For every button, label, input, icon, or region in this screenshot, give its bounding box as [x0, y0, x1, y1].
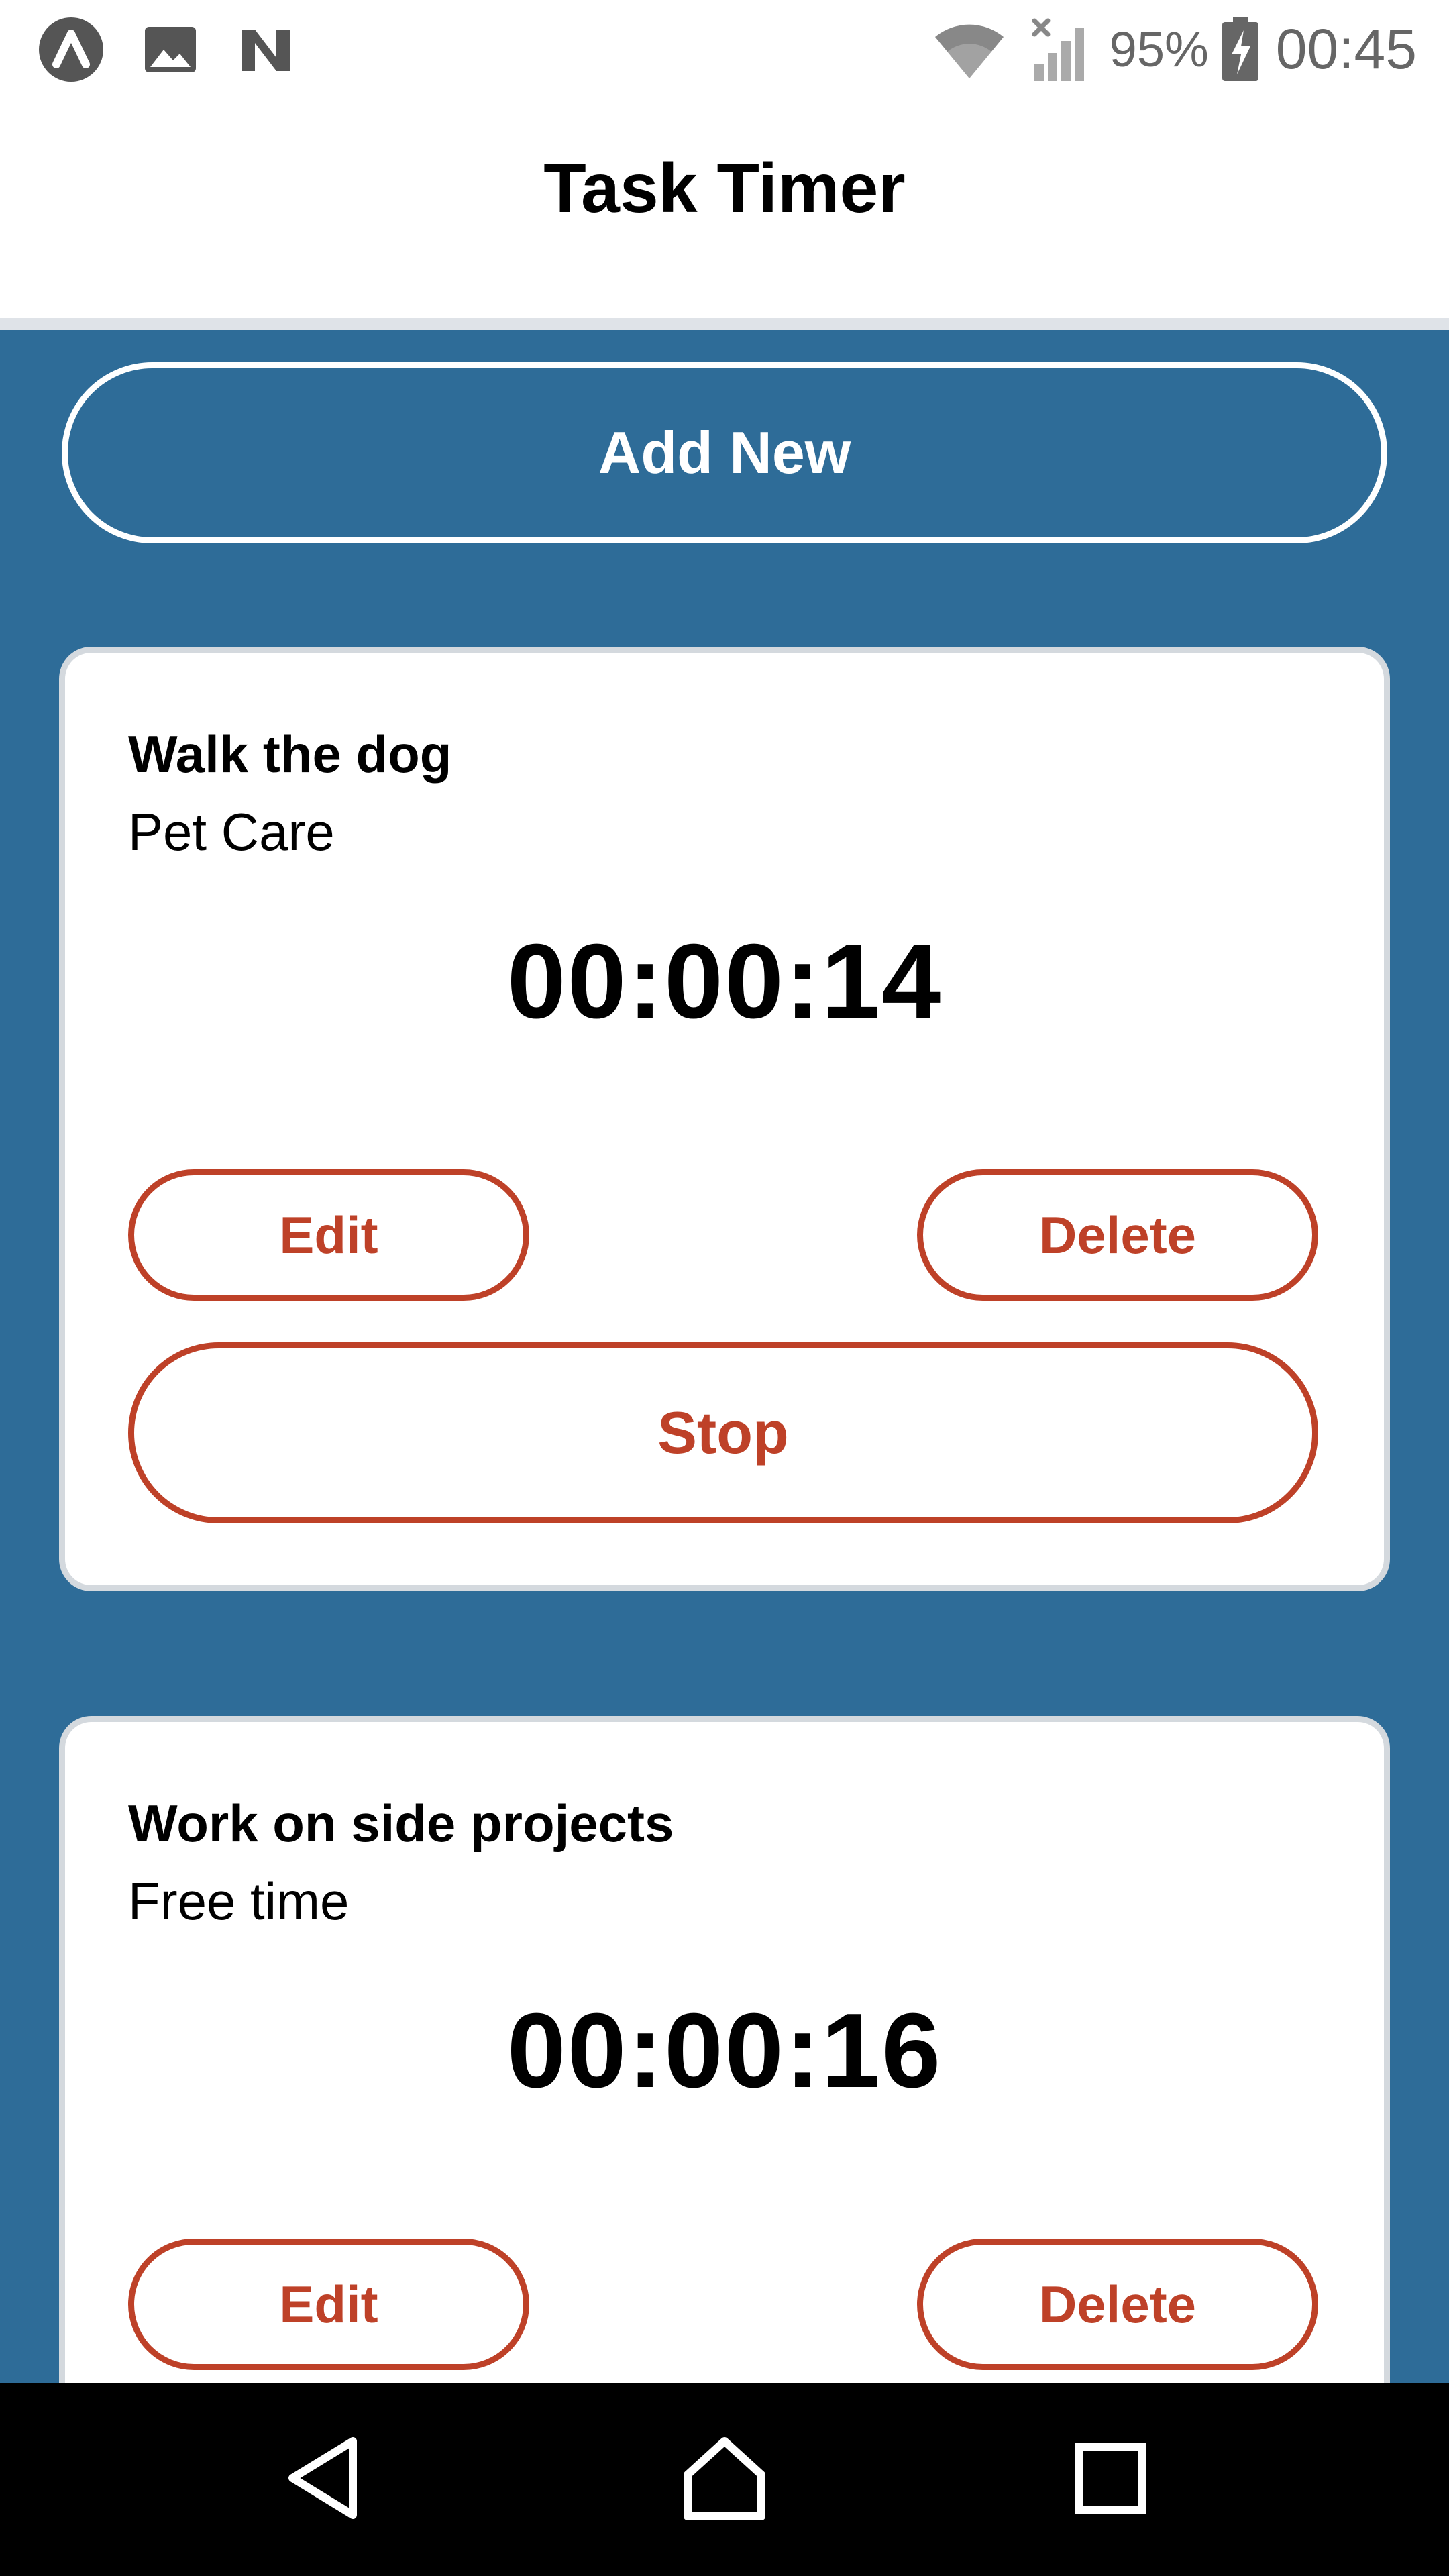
task-name: Work on side projects — [128, 1794, 674, 1853]
edit-button[interactable]: Edit — [128, 1169, 529, 1301]
back-button[interactable] — [243, 2383, 404, 2576]
status-bar: 95% 00:45 — [0, 0, 1449, 97]
back-icon — [283, 2434, 364, 2525]
stop-button[interactable]: Stop — [128, 1342, 1318, 1523]
home-icon — [681, 2434, 768, 2525]
delete-button[interactable]: Delete — [917, 2239, 1318, 2370]
add-new-button[interactable]: Add New — [62, 362, 1387, 543]
app-logo-icon — [38, 16, 105, 83]
delete-button[interactable]: Delete — [917, 1169, 1318, 1301]
wifi-icon — [932, 17, 1006, 81]
task-category: Pet Care — [128, 802, 335, 861]
status-indicators: 95% 00:45 — [932, 12, 1417, 86]
nfc-icon — [232, 16, 299, 83]
task-card: Work on side projects Free time 00:00:16… — [59, 1716, 1390, 2383]
task-category: Free time — [128, 1872, 350, 1931]
recents-icon — [1074, 2441, 1148, 2518]
app-header: Task Timer — [0, 97, 1449, 318]
task-elapsed-time: 00:00:14 — [506, 922, 943, 1040]
clock: 00:45 — [1275, 17, 1417, 80]
image-icon — [137, 16, 204, 83]
task-list[interactable]: Add New Walk the dog Pet Care 00:00:14 E… — [0, 330, 1449, 2383]
task-elapsed-time: 00:00:16 — [506, 1992, 943, 2110]
header-divider — [0, 318, 1449, 330]
page-title: Task Timer — [543, 149, 906, 227]
task-name: Walk the dog — [128, 724, 452, 784]
task-card: Walk the dog Pet Care 00:00:14 Edit Dele… — [59, 647, 1390, 1591]
battery-charging-icon — [1221, 15, 1260, 83]
navigation-bar — [0, 2383, 1449, 2576]
edit-button[interactable]: Edit — [128, 2239, 529, 2370]
signal-no-data-icon — [1030, 15, 1095, 83]
recents-button[interactable] — [1030, 2383, 1191, 2576]
home-button[interactable] — [644, 2383, 805, 2576]
battery-percentage: 95% — [1109, 21, 1209, 77]
